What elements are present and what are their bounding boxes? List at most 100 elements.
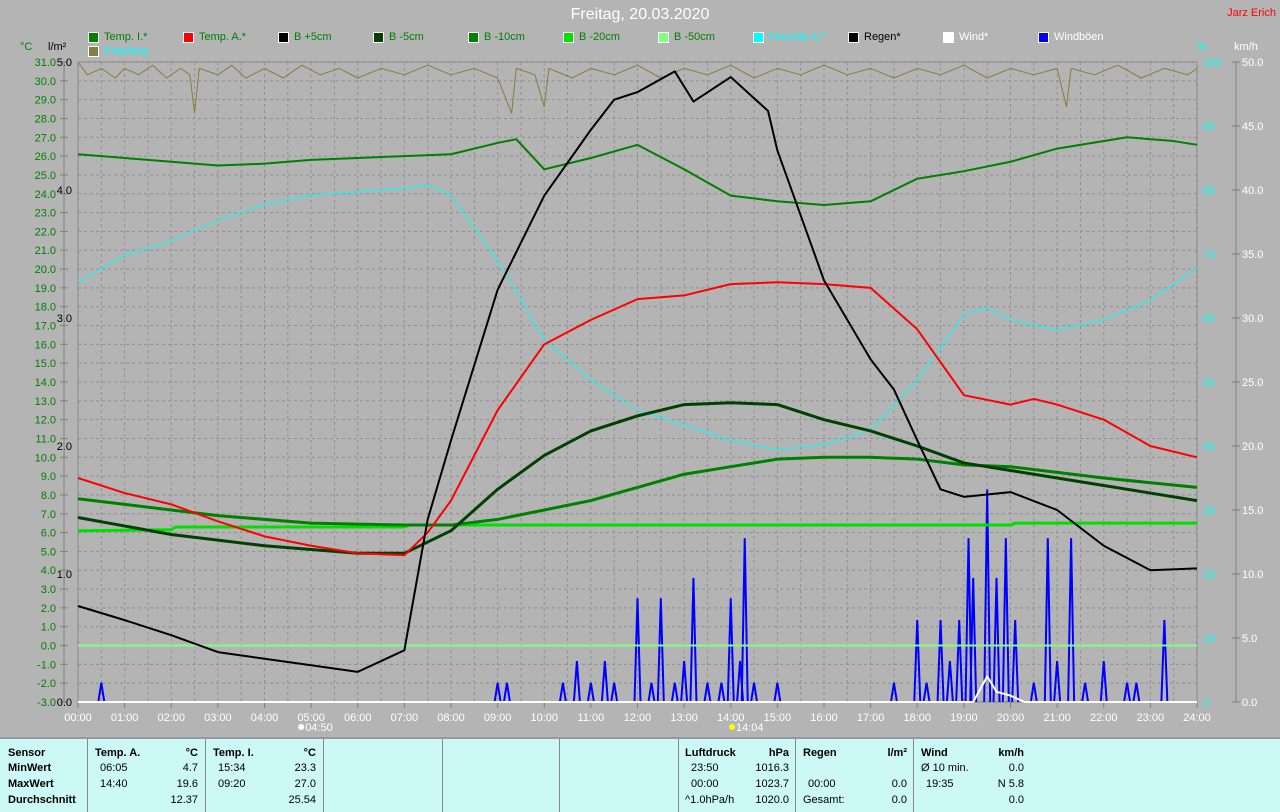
wind-tick-label: 0.0 xyxy=(1242,697,1257,709)
tempA-column: Temp. A. °C 06:05 4.7 14:40 19.6 12.37 xyxy=(87,739,206,812)
temp-tick-label: 6.0 xyxy=(41,528,56,540)
rain-total: 0.0 xyxy=(891,794,907,806)
empty-column xyxy=(323,739,443,812)
temp-tick-label: 29.0 xyxy=(35,95,56,107)
rain-column: Regen l/m² 00:00 0.0 Gesamt: 0.0 xyxy=(795,739,914,812)
humidity-tick-label: 0 xyxy=(1203,697,1209,709)
wind-avg: 0.0 xyxy=(1008,794,1024,806)
temp-tick-label: 17.0 xyxy=(35,321,56,333)
tempI-min-time: 15:34 xyxy=(218,762,246,774)
wind-unit: km/h xyxy=(1234,41,1258,53)
temp-tick-label: 11.0 xyxy=(35,433,56,445)
x-tick-label: 20:00 xyxy=(997,712,1025,724)
tempI-max-time: 09:20 xyxy=(218,778,246,790)
x-tick-label: 09:00 xyxy=(484,712,512,724)
wind-tick-label: 40.0 xyxy=(1242,185,1263,197)
temp-tick-label: 19.0 xyxy=(35,283,56,295)
temp-tick-label: -1.0 xyxy=(37,659,56,671)
temp-tick-label: 31.0 xyxy=(35,57,56,69)
x-tick-label: 23:00 xyxy=(1137,712,1165,724)
x-tick-label: 16:00 xyxy=(810,712,838,724)
temp-tick-label: 15.0 xyxy=(35,358,56,370)
tempI-avg: 25.54 xyxy=(288,794,316,806)
temp-tick-label: 24.0 xyxy=(35,189,56,201)
pressure-min-value: 1016.3 xyxy=(755,762,789,774)
temp-tick-label: 21.0 xyxy=(35,245,56,257)
temp-tick-label: 14.0 xyxy=(35,377,56,389)
wind-tick-label: 15.0 xyxy=(1242,505,1263,517)
humidity-tick-label: 100 xyxy=(1203,57,1221,69)
wind-tick-label: 30.0 xyxy=(1242,313,1263,325)
sensor-header: Sensor xyxy=(8,747,46,759)
temp-tick-label: -2.0 xyxy=(37,678,56,690)
wind-unit: km/h xyxy=(998,747,1024,759)
x-tick-label: 04:00 xyxy=(251,712,279,724)
tempA-header: Temp. A. xyxy=(95,747,141,759)
wind-tick-label: 5.0 xyxy=(1242,633,1257,645)
x-tick-label: 02:00 xyxy=(157,712,185,724)
sun-marker-label: 14:04 xyxy=(736,722,764,734)
pressure-min-time: 23:50 xyxy=(691,762,719,774)
temp-tick-label: 0.0 xyxy=(41,641,56,653)
humidity-tick-label: 30 xyxy=(1203,505,1215,517)
pressure-max-time: 00:00 xyxy=(691,778,719,790)
empty-column xyxy=(442,739,560,812)
wind-max-time: 19:35 xyxy=(926,778,954,790)
temp-tick-label: 1.0 xyxy=(41,622,56,634)
temp-tick-label: 2.0 xyxy=(41,603,56,615)
tempI-unit: °C xyxy=(303,747,316,759)
temp-tick-label: 23.0 xyxy=(35,208,56,220)
sunset-icon xyxy=(729,724,736,730)
rain-max-value: 0.0 xyxy=(891,778,907,790)
x-tick-label: 11:00 xyxy=(578,712,605,724)
x-tick-label: 24:00 xyxy=(1183,712,1211,724)
x-tick-label: 08:00 xyxy=(437,712,465,724)
wind-header: Wind xyxy=(921,747,948,759)
x-tick-label: 00:00 xyxy=(64,712,92,724)
humidity-tick-label: 60 xyxy=(1203,313,1215,325)
humidity-tick-label: 90 xyxy=(1203,121,1215,133)
temp-tick-label: 12.0 xyxy=(35,415,56,427)
x-tick-label: 19:00 xyxy=(950,712,978,724)
tempA-unit: °C xyxy=(185,747,198,759)
pressure-unit: hPa xyxy=(768,747,789,759)
temp-unit: °C xyxy=(20,41,32,53)
wind-tick-label: 25.0 xyxy=(1242,377,1263,389)
temp-tick-label: 30.0 xyxy=(35,76,56,88)
tempI-column: Temp. I. °C 15:34 23.3 09:20 27.0 25.54 xyxy=(205,739,324,812)
rain-unit: l/m² xyxy=(48,41,67,53)
temp-tick-label: 7.0 xyxy=(41,509,56,521)
temp-tick-label: 16.0 xyxy=(35,339,56,351)
x-tick-label: 10:00 xyxy=(530,712,558,724)
min-label: MinWert xyxy=(8,762,52,774)
temp-tick-label: 5.0 xyxy=(41,546,56,558)
avg-label: Durchschnitt xyxy=(8,794,76,806)
empty-column xyxy=(559,739,679,812)
temp-tick-label: 18.0 xyxy=(35,302,56,314)
tempI-max-value: 27.0 xyxy=(294,778,316,790)
wind-tick-label: 50.0 xyxy=(1242,57,1263,69)
x-tick-label: 17:00 xyxy=(857,712,885,724)
x-tick-label: 13:00 xyxy=(670,712,698,724)
temp-tick-label: 28.0 xyxy=(35,113,56,125)
temp-tick-label: 27.0 xyxy=(35,132,56,144)
rain-total-label: Gesamt: xyxy=(803,794,845,806)
x-tick-label: 18:00 xyxy=(903,712,931,724)
temp-tick-label: 22.0 xyxy=(35,226,56,238)
wind-tick-label: 20.0 xyxy=(1242,441,1263,453)
x-tick-label: 12:00 xyxy=(624,712,652,724)
wind-avg10-label: Ø 10 min. xyxy=(921,762,969,774)
pressure-column: Luftdruck hPa 23:50 1016.3 00:00 1023.7 … xyxy=(678,739,796,812)
tempI-header: Temp. I. xyxy=(213,747,254,759)
pressure-max-value: 1023.7 xyxy=(755,778,789,790)
tempA-max-value: 19.6 xyxy=(176,778,198,790)
humidity-tick-label: 20 xyxy=(1203,569,1215,581)
stats-table: Sensor MinWert MaxWert Durchschnitt Temp… xyxy=(0,737,1280,812)
weather-chart: 31.0 30.0 29.0 28.0 27.0 26.0 25.0 24.0 23.0 22.0… xyxy=(20,41,1263,734)
pressure-avg: 1020.0 xyxy=(755,794,789,806)
wind-column: Wind km/h Ø 10 min. 0.0 19:35 N 5.8 0.0 xyxy=(913,739,1031,812)
temp-tick-label: 8.0 xyxy=(41,490,56,502)
temp-tick-label: 13.0 xyxy=(35,396,56,408)
sunrise-icon xyxy=(298,724,305,730)
temp-tick-label: 4.0 xyxy=(41,565,56,577)
